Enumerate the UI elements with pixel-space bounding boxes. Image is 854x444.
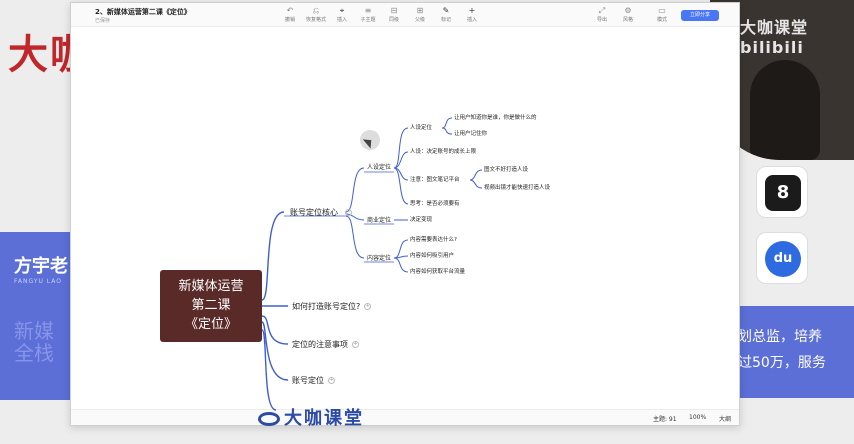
topic-content-traffic[interactable]: 内容如何获取平台流量	[410, 267, 465, 275]
topic-how-to-build-positioning[interactable]: 如何打造账号定位? +	[292, 301, 372, 312]
parent-label: 父级	[414, 17, 425, 23]
insert-topic-label: 插入	[336, 17, 347, 23]
style-label: 风格	[622, 17, 633, 23]
parent-icon: ⊞	[416, 6, 424, 15]
topic-video-fast-persona[interactable]: 视频出镜才能快速打造人设	[484, 183, 550, 191]
subtopic-label: 子主题	[360, 17, 376, 23]
marker-button[interactable]: ✎ 标记	[433, 6, 459, 23]
topic-graphic-hard-persona[interactable]: 图文不好打造人设	[484, 165, 528, 173]
sibling-button[interactable]: ⊟ 同级	[381, 6, 407, 23]
mindmap-window: 2、新媒体运营第二课《定位》 已保存 ↶ 撤销 ⎌ 恢复格式 ⌖ 插入 ≡ 子主题 ⊟ 同…	[70, 2, 740, 426]
collapse-icon[interactable]: −	[344, 209, 352, 216]
save-status: 已保存	[95, 18, 111, 24]
root-topic[interactable]: 新媒体运营 第二课 《定位》	[160, 270, 262, 342]
topic-persona-positioning-sub[interactable]: 人设定位	[410, 123, 432, 131]
speaker-name: 方宇老	[14, 256, 68, 277]
insert-topic-icon: ⌖	[339, 6, 345, 15]
style-icon: ⚙	[624, 6, 632, 15]
topic-label: 账号定位	[292, 376, 324, 385]
share-button[interactable]: 立即分享	[681, 10, 719, 21]
subtopic-icon: ≡	[364, 6, 372, 15]
format-painter-icon: ⎌	[312, 6, 320, 15]
webcam-watermark: 大咖课堂 bilibili	[740, 18, 809, 57]
topic-business-positioning[interactable]: 商业定位	[367, 215, 391, 224]
insert-label: 插入	[466, 17, 477, 23]
plus-icon: +	[468, 6, 476, 15]
speaker-subtitle: FANGYU LAO	[14, 278, 63, 285]
export-button[interactable]: ⤢ 导出	[589, 6, 615, 23]
document-title[interactable]: 2、新媒体运营第二课《定位》	[95, 7, 191, 17]
topic-note-platform[interactable]: 注意：图文笔记平台	[410, 175, 460, 183]
format-painter-label: 恢复格式	[305, 17, 326, 23]
presenter-silhouette	[750, 60, 820, 160]
title-toolbar: 2、新媒体运营第二课《定位》 已保存 ↶ 撤销 ⎌ 恢复格式 ⌖ 插入 ≡ 子主题 ⊟ 同…	[71, 3, 739, 27]
footer-logo: 大咖课堂	[258, 404, 364, 430]
topic-account-positioning-core[interactable]: 账号定位核心 −	[290, 207, 352, 218]
expand-icon[interactable]: +	[352, 341, 359, 348]
footer-logo-text: 大咖课堂	[284, 408, 364, 429]
marker-icon: ✎	[442, 6, 450, 15]
insert-button[interactable]: + 插入	[459, 6, 485, 23]
subtopic-button[interactable]: ≡ 子主题	[355, 6, 381, 23]
undo-icon: ↶	[286, 6, 294, 15]
expand-icon[interactable]: +	[328, 377, 335, 384]
topic-persona-positioning[interactable]: 人设定位	[367, 162, 391, 171]
style-button[interactable]: ⚙ 风格	[615, 6, 641, 23]
insert-topic-button[interactable]: ⌖ 插入	[329, 6, 355, 23]
outline-toggle[interactable]: 大纲	[719, 414, 731, 423]
speaker-panel: 方宇老 FANGYU LAO 新媒 全栈	[0, 232, 80, 400]
zoom-level[interactable]: 100%	[689, 414, 706, 421]
parent-button[interactable]: ⊞ 父级	[407, 6, 433, 23]
topic-think-required[interactable]: 思考：是否必须要有	[410, 199, 460, 207]
topic-persona-growth-limit[interactable]: 人设：决定账号的成长上限	[410, 147, 476, 155]
root-line-1: 新媒体运营	[178, 279, 244, 294]
topic-positioning-notes[interactable]: 定位的注意事项 +	[292, 339, 359, 350]
topic-monetization[interactable]: 决定变现	[410, 215, 432, 223]
topic-let-users-know[interactable]: 让用户知道你是谁，你是做什么的	[454, 113, 537, 121]
topic-content-positioning[interactable]: 内容定位	[367, 253, 391, 262]
kuaishou-icon: 8	[756, 166, 808, 218]
speaker-bio-panel: 划总监，培养 过50万，服务	[730, 306, 854, 398]
mode-button[interactable]: ▭ 模式	[649, 6, 675, 23]
topic-label: 如何打造账号定位?	[292, 302, 361, 311]
export-label: 导出	[596, 17, 607, 23]
topic-let-users-remember[interactable]: 让用户记住你	[454, 129, 487, 137]
status-bar: 主题: 91 100% 大纲	[71, 409, 739, 425]
bio-line-2: 过50万，服务	[738, 355, 826, 371]
expand-icon[interactable]: +	[364, 303, 372, 310]
topic-label: 账号定位核心	[290, 208, 338, 217]
kuaishou-glyph: 8	[765, 175, 801, 211]
topic-count: 主题: 91	[653, 416, 677, 423]
sibling-icon: ⊟	[390, 6, 398, 15]
format-painter-button[interactable]: ⎌ 恢复格式	[303, 6, 329, 23]
baidu-icon: du	[756, 232, 808, 284]
topic-label: 定位的注意事项	[292, 340, 348, 349]
undo-button[interactable]: ↶ 撤销	[277, 6, 303, 23]
sibling-label: 同级	[388, 17, 399, 23]
root-line-2: 第二课	[191, 298, 231, 313]
logo-ring-icon	[258, 412, 280, 426]
marker-label: 标记	[440, 17, 451, 23]
export-icon: ⤢	[598, 6, 606, 15]
undo-label: 撤销	[284, 17, 295, 23]
bio-line-1: 划总监，培养	[738, 329, 822, 345]
root-line-3: 《定位》	[184, 317, 237, 332]
speaker-tagline: 新媒 全栈	[14, 319, 54, 365]
mode-label: 模式	[656, 17, 667, 23]
mode-icon: ▭	[658, 6, 666, 15]
topic-account-positioning[interactable]: 账号定位 +	[292, 375, 335, 386]
topic-content-expression[interactable]: 内容需要表达什么?	[410, 235, 457, 243]
baidu-glyph: du	[765, 241, 801, 277]
topic-content-attract[interactable]: 内容如何吸引用户	[410, 251, 454, 259]
